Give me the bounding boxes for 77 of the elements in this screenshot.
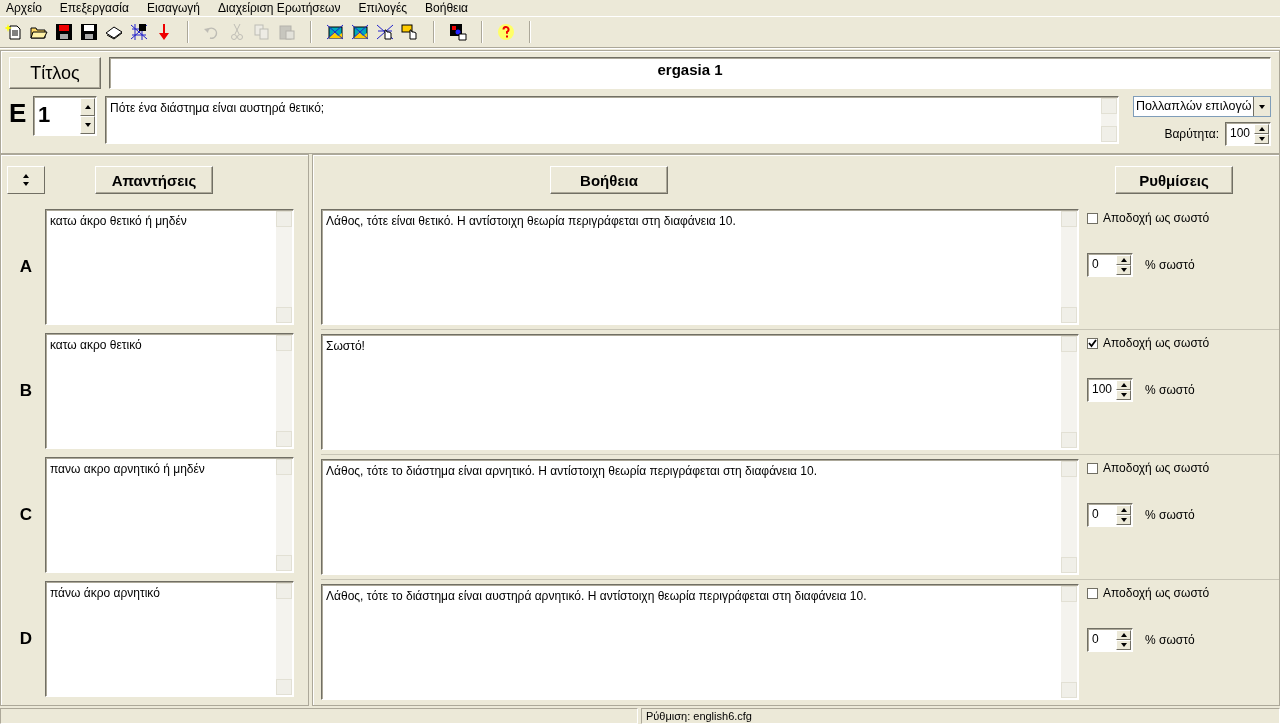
checkbox[interactable] bbox=[1087, 587, 1098, 599]
title-field[interactable]: ergasia 1 bbox=[109, 57, 1271, 89]
menu-item[interactable]: Επεξεργασία bbox=[59, 0, 129, 16]
percent-label: % σωστό bbox=[1145, 508, 1195, 522]
help-field[interactable]: Λάθος, τότε το διάστημα είναι αυστηρά αρνητικό. Η αντίστοιχη θεωρία περιγράφεται στη διαφάνεια 10. bbox=[321, 584, 1079, 700]
reorder-button[interactable] bbox=[7, 166, 45, 194]
question-label: E bbox=[9, 97, 28, 130]
checkbox[interactable] bbox=[1087, 337, 1098, 349]
accept-label: Αποδοχή ως σωστό bbox=[1103, 336, 1210, 350]
save-icon[interactable] bbox=[55, 23, 73, 41]
percent-spinner[interactable]: 0 bbox=[1087, 628, 1133, 652]
scrollbar[interactable] bbox=[1061, 461, 1077, 573]
image-icon[interactable] bbox=[326, 23, 344, 41]
answer-field[interactable]: κατω άκρο θετικό ή μηδέν bbox=[45, 209, 294, 325]
hand-folder-icon[interactable] bbox=[401, 23, 419, 41]
answer-letter: C bbox=[18, 505, 34, 525]
scrollbar[interactable] bbox=[276, 211, 292, 323]
help-header-button[interactable]: Βοήθεια bbox=[550, 166, 668, 194]
percent-spinner[interactable]: 100 bbox=[1087, 378, 1133, 402]
help-field[interactable]: Σωστό! bbox=[321, 334, 1079, 450]
weight-spinner[interactable]: 100 bbox=[1225, 122, 1271, 146]
accept-label: Αποδοχή ως σωστό bbox=[1103, 211, 1210, 225]
accept-label: Αποδοχή ως σωστό bbox=[1103, 461, 1210, 475]
help-icon[interactable] bbox=[497, 23, 515, 41]
spin-down-button[interactable] bbox=[1116, 390, 1131, 400]
spin-up-button[interactable] bbox=[80, 98, 95, 116]
percent-label: % σωστό bbox=[1145, 258, 1195, 272]
menu-item[interactable]: Εισαγωγή bbox=[146, 0, 201, 16]
checkbox[interactable] bbox=[1087, 462, 1098, 474]
title-button[interactable]: Τίτλος bbox=[9, 57, 101, 89]
spin-up-button[interactable] bbox=[1116, 630, 1131, 640]
answer-field[interactable]: κατω ακρο θετικό bbox=[45, 333, 294, 449]
answer-letter: A bbox=[18, 257, 34, 277]
spin-up-button[interactable] bbox=[1116, 380, 1131, 390]
help-field[interactable]: Λάθος, τότε είναι θετικό. Η αντίστοιχη θεωρία περιγράφεται στη διαφάνεια 10. bbox=[321, 209, 1079, 325]
settings-header-button[interactable]: Ρυθμίσεις bbox=[1115, 166, 1233, 194]
question-type-dropdown[interactable]: Πολλαπλών επιλογώ bbox=[1133, 96, 1271, 117]
menu-item[interactable]: Βοήθεια bbox=[425, 0, 468, 16]
percent-spinner[interactable]: 0 bbox=[1087, 253, 1133, 277]
scrollbar[interactable] bbox=[276, 583, 292, 695]
scrollbar[interactable] bbox=[1061, 336, 1077, 448]
percent-label: % σωστό bbox=[1145, 633, 1195, 647]
spin-down-button[interactable] bbox=[1116, 265, 1131, 275]
grid-icon[interactable] bbox=[130, 23, 148, 41]
weight-label: Βαρύτητα: bbox=[1164, 127, 1219, 141]
spin-up-button[interactable] bbox=[1254, 124, 1269, 134]
answer-field[interactable]: πάνω άκρο αρνητικό bbox=[45, 581, 294, 697]
accept-label: Αποδοχή ως σωστό bbox=[1103, 586, 1210, 600]
answer-field[interactable]: πανω ακρο αρνητικό ή μηδέν bbox=[45, 457, 294, 573]
color-shapes-icon[interactable] bbox=[449, 23, 467, 41]
answer-letter: D bbox=[18, 629, 34, 649]
scrollbar[interactable] bbox=[1061, 211, 1077, 323]
spin-up-button[interactable] bbox=[1116, 255, 1131, 265]
scrollbar[interactable] bbox=[1061, 586, 1077, 698]
hand-icon[interactable] bbox=[376, 23, 394, 41]
checkbox[interactable] bbox=[1087, 212, 1098, 224]
menu-item[interactable]: Επιλογές bbox=[358, 0, 408, 16]
spin-down-button[interactable] bbox=[1116, 515, 1131, 525]
help-field[interactable]: Λάθος, τότε το διάστημα είναι αρνητικό. Η αντίστοιχη θεωρία περιγράφεται στη διαφάνεια 10. bbox=[321, 459, 1079, 575]
scrollbar[interactable] bbox=[1101, 98, 1117, 142]
question-field[interactable]: Πότε ένα διάστημα είναι αυστηρά θετικό; bbox=[105, 96, 1119, 144]
images-icon[interactable] bbox=[351, 23, 369, 41]
status-text: Ρύθμιση: english6.cfg bbox=[641, 708, 1280, 724]
spin-up-button[interactable] bbox=[1116, 505, 1131, 515]
menu-item[interactable]: Διαχείριση Ερωτήσεων bbox=[218, 0, 341, 16]
scrollbar[interactable] bbox=[276, 335, 292, 447]
answers-header-button[interactable]: Απαντήσεις bbox=[95, 166, 213, 194]
scrollbar[interactable] bbox=[276, 459, 292, 571]
spin-down-button[interactable] bbox=[1116, 640, 1131, 650]
new-document-icon[interactable] bbox=[5, 23, 23, 41]
spin-down-button[interactable] bbox=[1254, 134, 1269, 144]
menu-item[interactable]: Αρχείο bbox=[6, 0, 42, 16]
answer-letter: B bbox=[18, 381, 34, 401]
percent-spinner[interactable]: 0 bbox=[1087, 503, 1133, 527]
question-number-spinner[interactable]: 1 bbox=[33, 96, 97, 136]
percent-label: % σωστό bbox=[1145, 383, 1195, 397]
spin-down-button[interactable] bbox=[80, 116, 95, 134]
